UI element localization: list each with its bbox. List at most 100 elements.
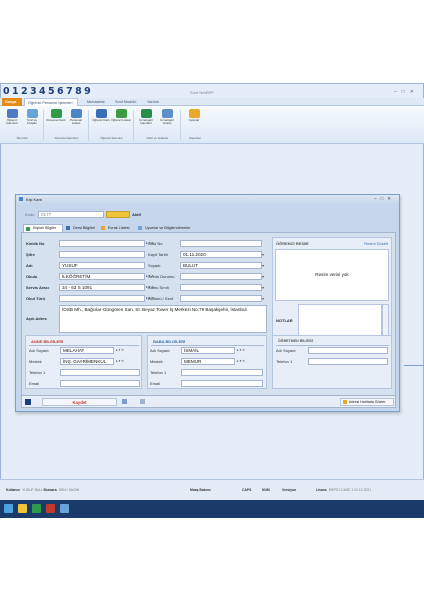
ogretmen-title: ÖĞRETMEN BİLGİSİ bbox=[278, 339, 313, 343]
folder-icon bbox=[101, 226, 105, 230]
aktif-checkbox[interactable] bbox=[106, 211, 130, 218]
windows-start-icon[interactable] bbox=[4, 504, 13, 513]
dropdown-arrow-icon[interactable]: ▾ bbox=[262, 284, 264, 291]
ribbon-button[interactable]: Öğrenci Kartı bbox=[91, 109, 111, 122]
field-label: Telefon 1 bbox=[150, 370, 167, 375]
field-input[interactable]: İNŞ. GAYRİMENKUL bbox=[60, 358, 114, 365]
explorer-icon[interactable] bbox=[18, 504, 27, 513]
tab-muhasebe[interactable]: Muhasebe bbox=[84, 98, 108, 106]
baba-title: BABA BİLGİLERİ bbox=[153, 339, 186, 344]
adres-textarea[interactable]: İOSB Mh., Bağcılar-Güngören San. St. Bey… bbox=[59, 305, 267, 333]
divider bbox=[276, 345, 389, 346]
dropdown-arrow-icon[interactable]: ▾ bbox=[262, 273, 264, 280]
dialog-window-controls[interactable]: –□✕ bbox=[374, 196, 395, 202]
map-icon bbox=[343, 400, 347, 404]
field-label: Soyadı bbox=[148, 263, 161, 268]
dropdown-buttons-icon[interactable]: ▸ ▾ ✕ bbox=[237, 347, 245, 354]
field-input[interactable]: YUSUF bbox=[59, 262, 145, 269]
field-input[interactable]: İSMAİL bbox=[181, 347, 235, 354]
ribbon-button[interactable]: Sınıf ve Kroşları bbox=[22, 109, 42, 126]
tab-kisisel[interactable]: Kişisel Bilgiler bbox=[23, 224, 63, 232]
field-input[interactable] bbox=[59, 295, 145, 302]
save-button[interactable]: Kaydet bbox=[42, 398, 117, 406]
ribbon-button[interactable]: Öğrenci İşlemleri bbox=[2, 109, 22, 126]
map-button[interactable]: Adresi Haritada Göster bbox=[340, 398, 394, 406]
tab-file[interactable]: Dosya bbox=[2, 98, 22, 106]
status-item: CAPS bbox=[242, 488, 253, 492]
print-icon[interactable] bbox=[122, 399, 127, 404]
status-label: Maaş Bakımı bbox=[190, 488, 211, 492]
field-input[interactable]: 34 - 63 S 1091 bbox=[59, 284, 145, 291]
field-input[interactable] bbox=[180, 295, 262, 302]
class-icon bbox=[26, 109, 38, 118]
students-icon bbox=[6, 109, 18, 118]
field-label: Meslek bbox=[29, 359, 42, 364]
tab-ogrenci[interactable]: Öğrenci Personel İşlemleri bbox=[24, 98, 78, 106]
field-label: Email bbox=[29, 381, 40, 386]
field-input[interactable] bbox=[180, 284, 262, 291]
field-input[interactable] bbox=[60, 369, 140, 376]
field-input[interactable] bbox=[59, 240, 145, 247]
field-input[interactable] bbox=[59, 251, 145, 258]
student-list-icon bbox=[115, 109, 127, 118]
ribbon-group-label: Raporlar bbox=[189, 136, 201, 140]
tab-evrak[interactable]: Evrak Listesi bbox=[99, 224, 135, 232]
photo-panel: ÖĞRENCİ RESMİ Resmi Düzelt Resim verisi … bbox=[272, 237, 392, 345]
income-list-icon bbox=[161, 109, 173, 118]
tab-uyarilar[interactable]: Uyarılar ve Bilgilendirmeler bbox=[136, 224, 208, 232]
dropdown-arrow-icon[interactable]: ▾ bbox=[262, 251, 264, 258]
ribbon-button[interactable]: Uyarılar bbox=[184, 109, 204, 122]
ribbon-separator bbox=[133, 110, 134, 141]
browser-icon[interactable] bbox=[46, 504, 55, 513]
ribbon-button[interactable]: Personel Listesi bbox=[66, 109, 86, 126]
field-label: Servis Aracı bbox=[26, 285, 49, 290]
ribbon-button[interactable]: Öğrenci Listesi bbox=[111, 109, 131, 122]
kodu-label: Kodu bbox=[25, 212, 35, 217]
tab-sinif[interactable]: Sınıf Modülü bbox=[112, 98, 139, 106]
book-icon bbox=[66, 226, 70, 230]
field-input[interactable]: BULUT bbox=[180, 262, 262, 269]
delete-icon[interactable] bbox=[140, 399, 145, 404]
field-input[interactable] bbox=[308, 347, 388, 354]
window-controls[interactable]: –□✕ bbox=[394, 89, 419, 95]
app-taskbar-icon[interactable] bbox=[32, 504, 41, 513]
field-input[interactable] bbox=[180, 273, 262, 280]
ribbon-separator bbox=[43, 110, 44, 141]
divider bbox=[29, 345, 139, 346]
field-input[interactable]: İLKÖĞRETİM bbox=[59, 273, 145, 280]
dropdown-arrow-icon[interactable]: ▾ bbox=[262, 295, 264, 302]
field-input[interactable] bbox=[180, 240, 262, 247]
ribbon-button[interactable]: Ücret/gelir İşlemleri bbox=[136, 109, 156, 126]
app-title: Sınıf NetERP bbox=[190, 90, 214, 95]
dropdown-buttons-icon[interactable]: ▸ ▾ ✕ bbox=[116, 358, 124, 365]
settings-icon[interactable] bbox=[60, 504, 69, 513]
connector-line bbox=[404, 365, 424, 366]
ribbon-button[interactable]: Ücret/gelir Listesi bbox=[157, 109, 177, 126]
field-input[interactable] bbox=[181, 380, 263, 387]
notlar-label: NOTLAR bbox=[276, 318, 293, 323]
field-input[interactable]: MEMUR bbox=[181, 358, 235, 365]
personnel-card-icon bbox=[50, 109, 62, 118]
dropdown-buttons-icon[interactable]: ▸ ▾ ✕ bbox=[116, 347, 124, 354]
dialog-title: Kişi Kartı bbox=[26, 197, 43, 202]
field-input[interactable]: MELAHAT bbox=[60, 347, 114, 354]
status-item: Maaş Bakımı bbox=[190, 488, 213, 492]
tab-ders[interactable]: Dersi Bilgileri bbox=[64, 224, 98, 232]
field-label: Adı Soyadı bbox=[29, 348, 49, 353]
dropdown-arrow-icon[interactable]: ▾ bbox=[262, 262, 264, 269]
ribbon-button[interactable]: Personel Kartı bbox=[46, 109, 66, 122]
field-input[interactable] bbox=[60, 380, 140, 387]
field-label: Okul Türü bbox=[26, 296, 45, 301]
field-input[interactable] bbox=[181, 369, 263, 376]
field-input[interactable]: 01.11.2020 bbox=[180, 251, 262, 258]
divider bbox=[151, 345, 264, 346]
field-input[interactable] bbox=[308, 358, 388, 365]
status-item: Versiyon bbox=[282, 488, 298, 492]
kodu-field[interactable]: 0177 bbox=[38, 211, 104, 218]
dropdown-buttons-icon[interactable]: ▸ ▾ ✕ bbox=[237, 358, 245, 365]
field-label: Adı Soyadı bbox=[276, 348, 296, 353]
ribbon-group-label: Öğrenci İşlemleri bbox=[100, 136, 123, 140]
person-icon bbox=[26, 227, 30, 231]
ribbon-separator bbox=[180, 110, 181, 141]
tab-yardim[interactable]: Yardım bbox=[144, 98, 162, 106]
